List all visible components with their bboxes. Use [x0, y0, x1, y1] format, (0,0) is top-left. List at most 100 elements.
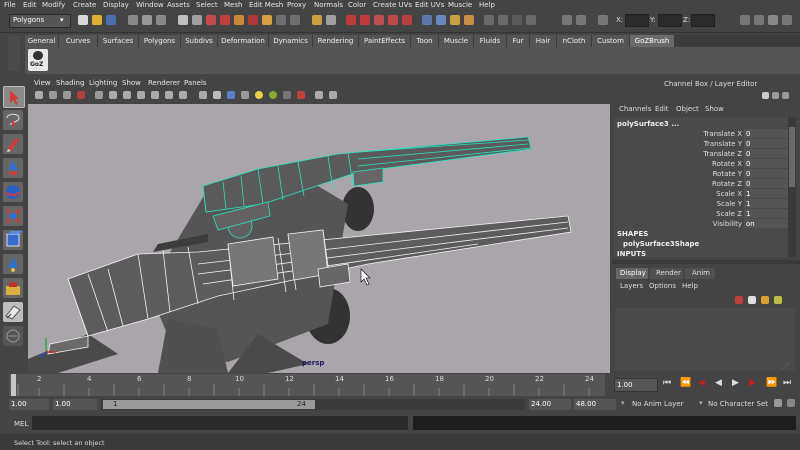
panel-menu-show[interactable]: Show: [122, 79, 141, 87]
attr-translate-y[interactable]: Translate Y0: [620, 139, 790, 149]
lock-selection-icon[interactable]: [312, 15, 322, 25]
step-forward-frame-icon[interactable]: ⏩: [766, 378, 777, 388]
select-tool-icon[interactable]: [3, 86, 25, 108]
render-settings-icon[interactable]: [512, 15, 522, 25]
select-component-icon[interactable]: [156, 15, 166, 25]
viewport-extra-icon[interactable]: [329, 91, 337, 99]
attr-visibility[interactable]: Visibility on: [620, 219, 790, 229]
layer-menu-layers[interactable]: Layers: [620, 282, 643, 290]
menu-modify[interactable]: Modify: [42, 1, 65, 9]
menu-proxy[interactable]: Proxy: [287, 1, 306, 9]
tab-rendering[interactable]: Rendering: [313, 35, 359, 47]
input-line-mode-icon[interactable]: [562, 15, 572, 25]
mask-surface-icon[interactable]: [220, 15, 230, 25]
move-layer-down-icon[interactable]: [774, 296, 782, 304]
character-set-selector[interactable]: ▾ No Character Set: [699, 399, 777, 410]
lasso-tool-icon[interactable]: [3, 110, 23, 130]
auto-key-icon[interactable]: [774, 399, 782, 407]
use-all-lights-icon[interactable]: [255, 91, 263, 99]
selected-object-name[interactable]: polySurface3 ...: [617, 120, 679, 128]
save-scene-icon[interactable]: [106, 15, 116, 25]
goz-button[interactable]: GoZ: [28, 49, 48, 71]
time-slider-track[interactable]: 2 4 6 8 10 12 14 16 18 20 22 24: [9, 374, 605, 396]
mask-misc-icon[interactable]: [276, 15, 286, 25]
menu-assets[interactable]: Assets: [167, 1, 190, 9]
mask-joint-icon[interactable]: [192, 15, 202, 25]
attr-scale-y[interactable]: Scale Y1: [620, 199, 790, 209]
tab-gozbrush[interactable]: GoZBrush: [630, 35, 675, 47]
tab-polygons[interactable]: Polygons: [139, 35, 181, 47]
tab-ncloth[interactable]: nCloth: [557, 35, 592, 47]
attr-translate-z[interactable]: Translate Z0: [620, 149, 790, 159]
perspective-viewport[interactable]: persp: [28, 104, 610, 373]
gate-mask-icon[interactable]: [137, 91, 145, 99]
range-slider-bar[interactable]: 1 24: [101, 399, 525, 410]
attr-translate-x[interactable]: Translate X0: [620, 129, 790, 139]
menu-file[interactable]: File: [4, 1, 16, 9]
tab-curves[interactable]: Curves: [59, 35, 98, 47]
mask-dynamics-icon[interactable]: [248, 15, 258, 25]
tool-settings-icon[interactable]: [782, 92, 789, 99]
tab-dynamics[interactable]: Dynamics: [269, 35, 313, 47]
soft-modification-icon[interactable]: [3, 254, 23, 274]
last-tool-used-icon[interactable]: [3, 302, 23, 322]
show-manipulator-icon[interactable]: [3, 278, 23, 298]
play-backward-icon[interactable]: ◀: [715, 378, 722, 388]
hq-render-icon[interactable]: [315, 91, 323, 99]
cb-menu-show[interactable]: Show: [705, 105, 724, 113]
z-field[interactable]: [691, 14, 715, 27]
shelf-handle[interactable]: [8, 35, 20, 71]
snap-curve-icon[interactable]: [360, 15, 370, 25]
panel-menu-lighting[interactable]: Lighting: [89, 79, 117, 87]
mask-handle-icon[interactable]: [178, 15, 188, 25]
layer-menu-help[interactable]: Help: [682, 282, 698, 290]
current-time-marker[interactable]: [11, 374, 16, 396]
attr-rotate-z[interactable]: Rotate Z0: [620, 179, 790, 189]
select-hierarchy-icon[interactable]: [128, 15, 138, 25]
tab-general[interactable]: General: [25, 35, 59, 47]
snap-view-plane-icon[interactable]: [388, 15, 398, 25]
mode-selector[interactable]: Polygons ▾: [9, 14, 71, 28]
animation-preferences-icon[interactable]: [787, 399, 795, 407]
current-frame-field[interactable]: 1.00: [614, 378, 658, 392]
isolate-select-icon[interactable]: [297, 91, 305, 99]
new-scene-icon[interactable]: [78, 15, 88, 25]
snap-grid-icon[interactable]: [346, 15, 356, 25]
attribute-editor-icon[interactable]: [772, 92, 779, 99]
scale-tool-icon[interactable]: [3, 206, 23, 226]
select-object-icon[interactable]: [142, 15, 152, 25]
new-layer-selected-icon[interactable]: [748, 296, 756, 304]
shadows-icon[interactable]: [269, 91, 277, 99]
highlight-selection-icon[interactable]: [326, 15, 336, 25]
go-to-end-icon[interactable]: ⏭: [783, 378, 791, 388]
tool-settings-toggle-icon[interactable]: [754, 15, 764, 25]
safe-action-icon[interactable]: [165, 91, 173, 99]
tab-hair[interactable]: Hair: [530, 35, 557, 47]
go-to-start-icon[interactable]: ⏮: [663, 378, 671, 388]
layer-editor-divider[interactable]: [612, 260, 800, 264]
status-extra-icon[interactable]: [782, 15, 792, 25]
resize-grip-icon[interactable]: ⋰: [782, 362, 792, 370]
history-icon[interactable]: [422, 15, 432, 25]
menu-select[interactable]: Select: [196, 1, 218, 9]
menu-create[interactable]: Create: [73, 1, 96, 9]
layout-icon[interactable]: [3, 326, 23, 346]
hypershade-icon[interactable]: [526, 15, 536, 25]
tab-surfaces[interactable]: Surfaces: [98, 35, 139, 47]
layer-tab-display[interactable]: Display: [616, 268, 648, 279]
menu-window[interactable]: Window: [136, 1, 164, 9]
attr-scale-z[interactable]: Scale Z1: [620, 209, 790, 219]
command-input[interactable]: [32, 416, 408, 430]
layer-tab-render[interactable]: Render: [650, 268, 683, 279]
attribute-editor-toggle-icon[interactable]: [740, 15, 750, 25]
universal-manipulator-icon[interactable]: [3, 230, 23, 250]
animation-start-field[interactable]: 1.00: [9, 399, 49, 410]
absolute-transform-icon[interactable]: [598, 15, 608, 25]
tab-deformation[interactable]: Deformation: [218, 35, 269, 47]
play-forward-icon[interactable]: ▶: [732, 378, 739, 388]
construction-history-icon[interactable]: [464, 15, 474, 25]
mask-curve-icon[interactable]: [206, 15, 216, 25]
step-back-key-icon[interactable]: ◀: [698, 378, 705, 388]
rotate-tool-icon[interactable]: [3, 182, 23, 202]
camera-attributes-icon[interactable]: [49, 91, 57, 99]
